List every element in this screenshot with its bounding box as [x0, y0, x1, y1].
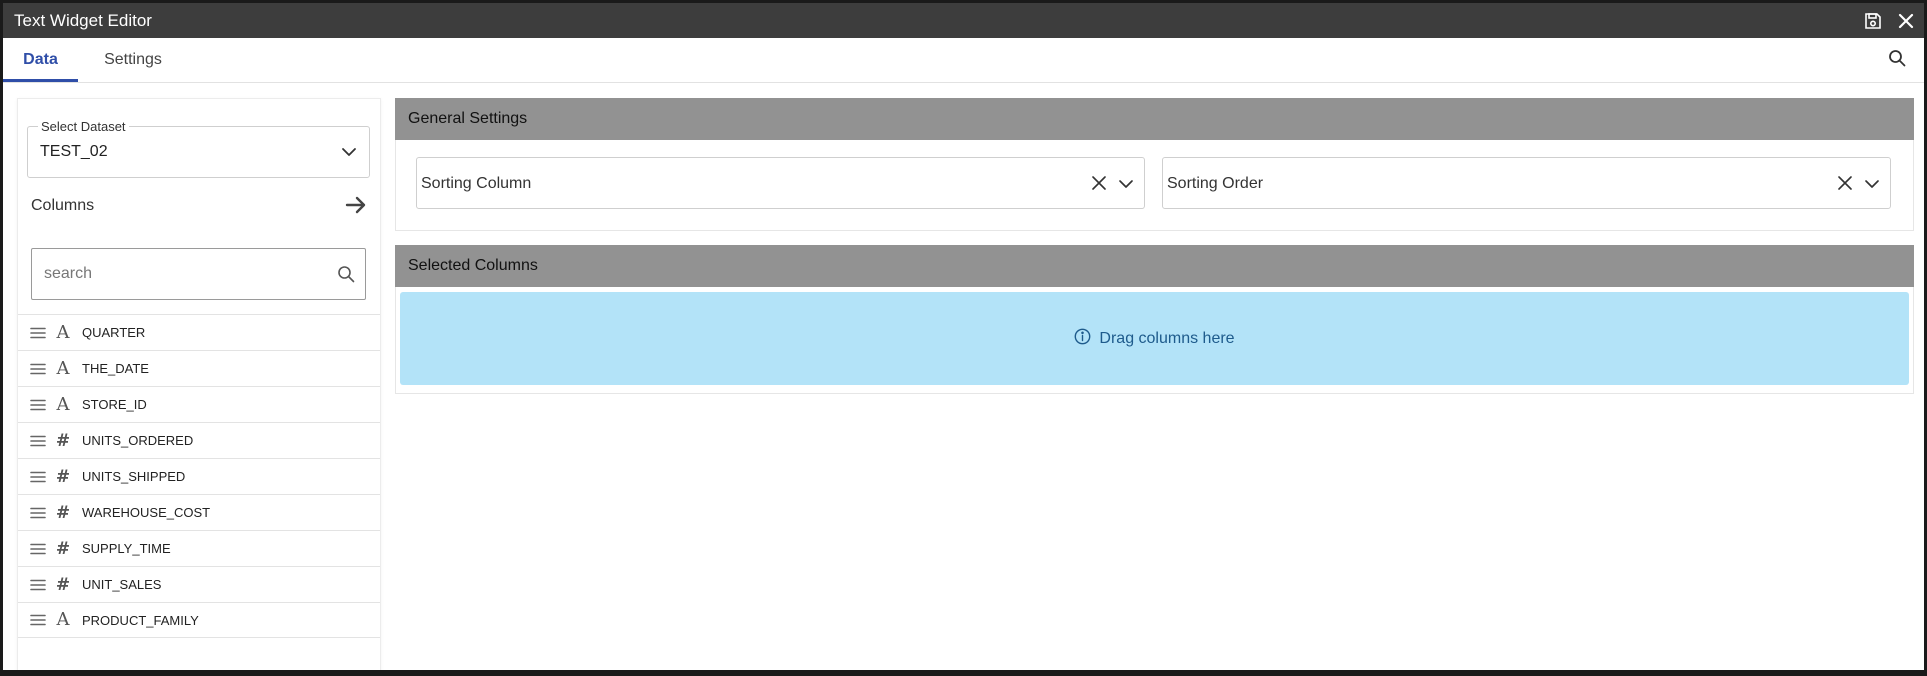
general-settings-body: Sorting Column Sorting Order	[395, 140, 1914, 231]
clear-icon[interactable]	[1838, 176, 1852, 195]
columns-panel: Select Dataset TEST_02 Columns search A …	[17, 98, 381, 670]
column-type-icon: A	[56, 393, 70, 415]
sorting-column-placeholder: Sorting Column	[421, 175, 532, 192]
save-icon[interactable]	[1864, 12, 1882, 30]
column-name: UNITS_ORDERED	[82, 433, 194, 448]
drag-handle-icon[interactable]	[30, 363, 48, 375]
column-name: UNITS_SHIPPED	[82, 469, 186, 484]
window-title: Text Widget Editor	[14, 10, 152, 30]
drag-handle-icon[interactable]	[30, 399, 48, 411]
columns-heading: Columns	[31, 197, 95, 214]
column-name: THE_DATE	[82, 361, 149, 376]
drag-handle-icon[interactable]	[30, 614, 48, 626]
drag-handle-icon[interactable]	[30, 579, 48, 591]
tab-data[interactable]: Data	[3, 38, 78, 82]
dataset-select[interactable]: Select Dataset TEST_02	[27, 119, 370, 178]
tab-settings[interactable]: Settings	[83, 38, 183, 82]
column-list-item[interactable]: # UNITS_SHIPPED	[18, 458, 380, 494]
chevron-down-icon[interactable]	[341, 144, 357, 165]
chevron-down-icon[interactable]	[1118, 177, 1134, 196]
drag-handle-icon[interactable]	[30, 327, 48, 339]
column-type-icon: A	[56, 609, 70, 630]
column-search-field	[31, 248, 366, 300]
info-icon	[1074, 328, 1091, 350]
column-type-icon: #	[55, 430, 71, 451]
column-list-item[interactable]: A THE_DATE	[18, 350, 380, 386]
general-settings-header: General Settings	[395, 98, 1914, 140]
column-type-icon: A	[56, 321, 70, 343]
search-icon[interactable]	[1888, 49, 1906, 67]
text-widget-editor-window: Text Widget Editor Data Settings Select …	[3, 3, 1924, 670]
sorting-column-select[interactable]: Sorting Column	[416, 157, 1145, 209]
column-name: STORE_ID	[82, 397, 147, 412]
column-drop-zone[interactable]: Drag columns here	[400, 292, 1909, 385]
column-type-icon: #	[55, 502, 71, 523]
title-bar: Text Widget Editor	[3, 3, 1924, 38]
column-name: SUPPLY_TIME	[82, 541, 171, 556]
arrow-right-icon[interactable]	[344, 193, 368, 217]
title-bar-actions	[1864, 12, 1914, 30]
dataset-label: Select Dataset	[38, 119, 129, 134]
column-list-item[interactable]: A QUARTER	[18, 314, 380, 350]
column-type-icon: A	[56, 357, 70, 379]
tab-bar: Data Settings	[3, 38, 1924, 83]
column-list-item[interactable]: # UNIT_SALES	[18, 566, 380, 602]
column-name: PRODUCT_FAMILY	[82, 612, 199, 628]
clear-icon[interactable]	[1092, 176, 1106, 195]
sorting-order-select[interactable]: Sorting Order	[1162, 157, 1891, 209]
column-name: UNIT_SALES	[82, 577, 162, 592]
drop-zone-hint: Drag columns here	[1099, 329, 1235, 347]
dataset-value: TEST_02	[40, 143, 108, 160]
column-name: WAREHOUSE_COST	[82, 505, 211, 520]
drag-handle-icon[interactable]	[30, 507, 48, 519]
selected-columns-header: Selected Columns	[395, 245, 1914, 287]
search-icon[interactable]	[337, 265, 355, 288]
column-type-icon: #	[55, 574, 71, 595]
column-type-icon: #	[55, 466, 71, 487]
column-list-item[interactable]: A PRODUCT_FAMILY	[18, 602, 380, 638]
column-list-item[interactable]: # SUPPLY_TIME	[18, 530, 380, 566]
sorting-order-placeholder: Sorting Order	[1167, 175, 1264, 192]
column-name: QUARTER	[82, 325, 146, 340]
drag-handle-icon[interactable]	[30, 471, 48, 483]
column-list-item[interactable]: # UNITS_ORDERED	[18, 422, 380, 458]
column-list-item[interactable]: A STORE_ID	[18, 386, 380, 422]
column-list-item[interactable]: # WAREHOUSE_COST	[18, 494, 380, 530]
close-icon[interactable]	[1898, 13, 1914, 29]
column-type-icon: #	[55, 538, 71, 559]
column-list: A QUARTER A THE_DATE A STORE_ID # UNITS_ORDERED…	[18, 314, 380, 638]
chevron-down-icon[interactable]	[1864, 177, 1880, 196]
drag-handle-icon[interactable]	[30, 435, 48, 447]
column-search-input[interactable]	[44, 249, 324, 299]
selected-columns-body: Drag columns here	[395, 287, 1914, 394]
drag-handle-icon[interactable]	[30, 543, 48, 555]
